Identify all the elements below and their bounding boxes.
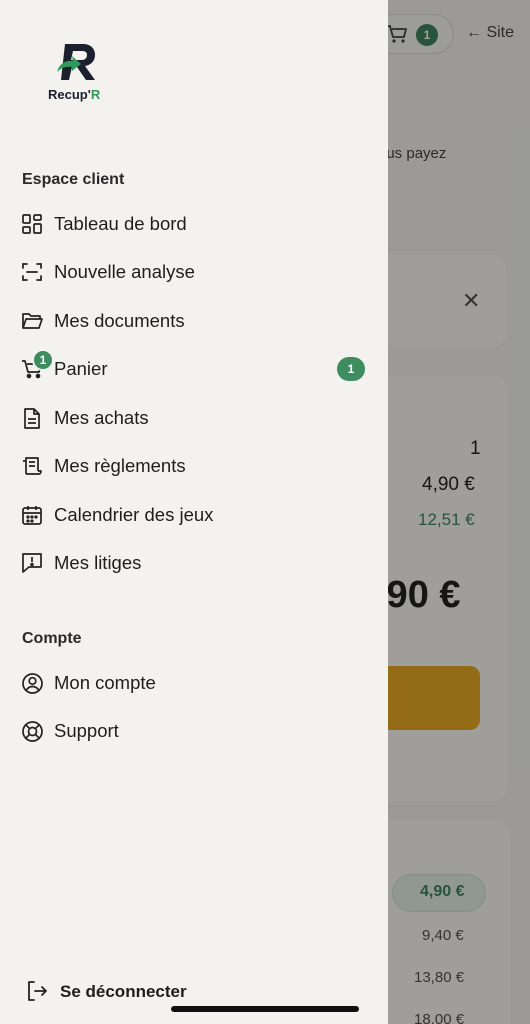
home-indicator xyxy=(171,1006,359,1012)
nav-item-label: Mes documents xyxy=(54,310,185,331)
calendar-icon xyxy=(21,504,43,526)
nav-item-cart[interactable]: Panier 1 xyxy=(0,347,388,391)
nav-item-new-analysis[interactable]: Nouvelle analyse xyxy=(0,250,388,294)
nav-item-label: Mes litiges xyxy=(54,552,142,573)
logo[interactable]: Recup'R xyxy=(48,42,108,102)
nav-item-support[interactable]: Support xyxy=(0,709,388,753)
logo-icon xyxy=(57,44,95,80)
nav-item-label: Mes achats xyxy=(54,407,149,428)
nav-item-payments[interactable]: Mes règlements xyxy=(0,444,388,488)
nav-item-label: Panier xyxy=(54,358,108,379)
nav-item-documents[interactable]: Mes documents xyxy=(0,299,388,343)
logout-label: Se déconnecter xyxy=(60,982,187,1001)
nav-item-label: Mes règlements xyxy=(54,455,186,476)
navigation-drawer: Recup'R Espace client Tableau de bord No… xyxy=(0,0,388,1024)
folder-icon xyxy=(21,310,43,332)
cart-icon-badge: 1 xyxy=(32,349,54,371)
logout-icon xyxy=(28,981,47,1001)
scan-icon xyxy=(21,261,43,283)
nav-item-label: Nouvelle analyse xyxy=(54,261,195,282)
brand-name: Recup'R xyxy=(48,87,101,102)
nav-item-label: Mon compte xyxy=(54,672,156,693)
alert-message-icon xyxy=(21,552,43,574)
nav-item-label: Support xyxy=(54,720,119,741)
receipt-icon xyxy=(21,455,43,477)
section-title-account: Compte xyxy=(22,630,82,647)
cart-count-badge: 1 xyxy=(337,357,365,381)
nav-item-label: Calendrier des jeux xyxy=(54,504,214,525)
nav-item-my-account[interactable]: Mon compte xyxy=(0,661,388,705)
nav-item-label: Tableau de bord xyxy=(54,213,187,234)
user-circle-icon xyxy=(21,672,43,694)
lifebuoy-icon xyxy=(21,720,43,742)
nav-item-purchases[interactable]: Mes achats xyxy=(0,396,388,440)
document-icon xyxy=(21,407,43,429)
nav-item-dashboard[interactable]: Tableau de bord xyxy=(0,202,388,246)
section-title-client: Espace client xyxy=(22,171,125,188)
nav-item-disputes[interactable]: Mes litiges xyxy=(0,541,388,585)
nav-item-games-calendar[interactable]: Calendrier des jeux xyxy=(0,493,388,537)
dashboard-icon xyxy=(21,213,43,235)
